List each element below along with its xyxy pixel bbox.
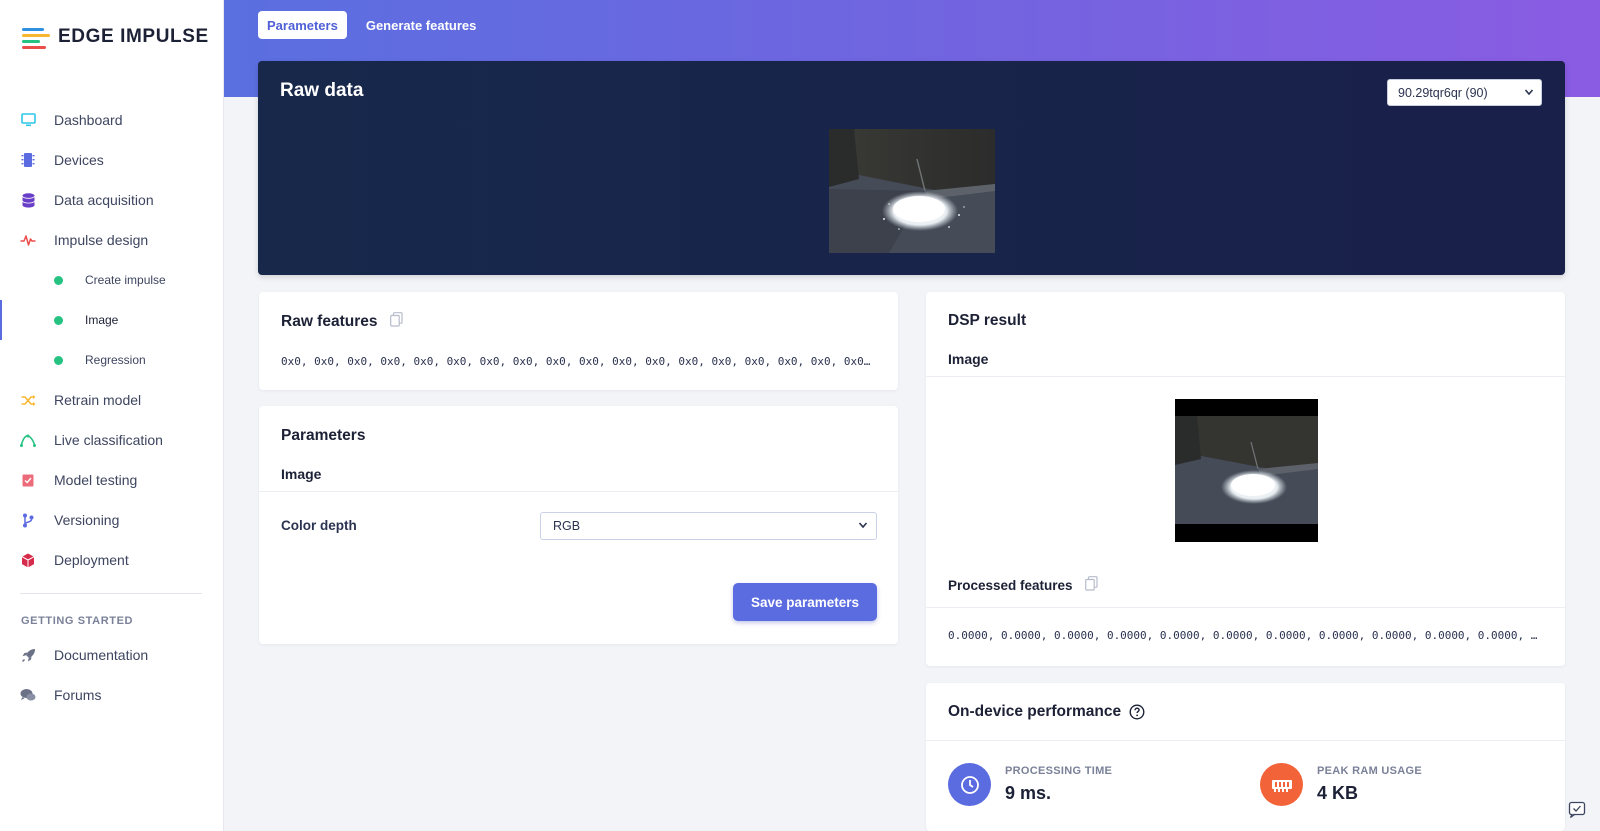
signal-icon xyxy=(20,432,36,448)
raw-data-title: Raw data xyxy=(280,80,364,101)
sidebar-item-label: Retrain model xyxy=(54,392,142,408)
raw-features-title: Raw features xyxy=(281,313,378,331)
sidebar-item-versioning[interactable]: Versioning xyxy=(0,500,224,540)
sidebar-item-label: Model testing xyxy=(54,472,138,488)
raw-features-card: Raw features 0x0, 0x0, 0x0, 0x0, 0x0, 0x… xyxy=(259,292,898,390)
rocket-icon xyxy=(20,647,36,663)
color-depth-select[interactable]: RGB xyxy=(540,512,877,540)
sidebar-item-dashboard[interactable]: Dashboard xyxy=(0,100,224,140)
sidebar-subitem-regression[interactable]: Regression xyxy=(0,340,224,380)
clock-icon xyxy=(960,775,979,794)
sidebar-subitem-image[interactable]: Image xyxy=(0,300,224,340)
status-dot xyxy=(54,355,63,365)
logo[interactable]: EDGE IMPULSE xyxy=(22,26,209,49)
chat-icon xyxy=(20,687,36,703)
raw-data-card: Raw data 90.29tqr6qr (90) xyxy=(258,61,1565,275)
sidebar-item-data-acquisition[interactable]: Data acquisition xyxy=(0,180,224,220)
processed-features-header: Processed features xyxy=(948,576,1098,596)
sidebar-item-label: Forums xyxy=(54,687,102,703)
page-tabs: Parameters Generate features xyxy=(258,11,485,39)
sample-select-value: 90.29tqr6qr (90) xyxy=(1398,85,1488,100)
processed-features-values: 0.0000, 0.0000, 0.0000, 0.0000, 0.0000, … xyxy=(948,629,1544,642)
performance-title: On-device performance xyxy=(948,703,1122,720)
sidebar-item-label: Live classification xyxy=(54,432,163,448)
section-divider xyxy=(926,740,1565,741)
section-divider xyxy=(926,607,1565,608)
sidebar-item-devices[interactable]: Devices xyxy=(0,140,224,180)
dsp-processed-image xyxy=(1175,399,1318,542)
color-depth-value: RGB xyxy=(553,519,581,533)
sidebar-subitem-create-impulse[interactable]: Create impulse xyxy=(0,260,224,300)
chevron-down-icon xyxy=(858,519,868,534)
sidebar-item-label: Documentation xyxy=(54,647,149,663)
section-label-getting-started: GETTING STARTED xyxy=(21,615,134,627)
status-dot xyxy=(54,315,63,325)
tab-parameters[interactable]: Parameters xyxy=(258,11,347,39)
copy-icon[interactable] xyxy=(390,312,403,332)
status-dot xyxy=(54,275,63,285)
parameters-title: Parameters xyxy=(281,427,366,444)
sidebar-divider xyxy=(20,593,202,594)
processing-time-badge xyxy=(948,763,991,806)
sidebar-item-model-testing[interactable]: Model testing xyxy=(0,460,224,500)
peak-ram-badge xyxy=(1260,763,1303,806)
chip-icon xyxy=(20,152,36,168)
feedback-icon[interactable] xyxy=(1568,801,1586,819)
tab-generate-features[interactable]: Generate features xyxy=(353,11,486,39)
sidebar: EDGE IMPULSE Dashboard Devices Data acqu… xyxy=(0,0,224,831)
sidebar-subitem-label: Image xyxy=(85,313,119,327)
raw-features-header: Raw features xyxy=(281,312,403,332)
edge-impulse-logo-icon xyxy=(22,26,50,49)
sidebar-nav: Dashboard Devices Data acquisition Impul… xyxy=(0,100,224,715)
dsp-result-card: DSP result Image Processed features 0.00… xyxy=(926,292,1565,666)
sidebar-item-deployment[interactable]: Deployment xyxy=(0,540,224,580)
sidebar-item-forums[interactable]: Forums xyxy=(0,675,224,715)
raw-sample-image xyxy=(829,129,995,253)
peak-ram-value: 4 KB xyxy=(1317,783,1359,803)
parameters-section-image: Image xyxy=(281,466,322,482)
help-icon[interactable] xyxy=(1129,704,1145,720)
sidebar-subitem-label: Regression xyxy=(85,353,146,367)
sidebar-item-live-classification[interactable]: Live classification xyxy=(0,420,224,460)
database-icon xyxy=(20,192,36,208)
section-divider xyxy=(259,491,898,492)
parameters-card: Parameters Image Color depth RGB Save pa… xyxy=(259,406,898,644)
shuffle-icon xyxy=(20,392,36,408)
sidebar-item-impulse-design[interactable]: Impulse design xyxy=(0,220,224,260)
branch-icon xyxy=(20,512,36,528)
processed-features-title: Processed features xyxy=(948,578,1073,594)
performance-header: On-device performance xyxy=(948,703,1145,721)
clipboard-check-icon xyxy=(20,472,36,488)
save-parameters-button[interactable]: Save parameters xyxy=(733,583,877,621)
sidebar-item-retrain-model[interactable]: Retrain model xyxy=(0,380,224,420)
sidebar-item-label: Versioning xyxy=(54,512,120,528)
sidebar-item-label: Deployment xyxy=(54,552,129,568)
chevron-down-icon xyxy=(1524,86,1534,101)
sidebar-item-label: Dashboard xyxy=(54,112,123,128)
on-device-performance-card: On-device performance PROCESSING TIME 9 … xyxy=(926,683,1565,831)
sidebar-item-documentation[interactable]: Documentation xyxy=(0,635,224,675)
monitor-icon xyxy=(20,112,36,128)
dsp-section-image: Image xyxy=(948,351,989,367)
sidebar-item-label: Data acquisition xyxy=(54,192,154,208)
memory-icon xyxy=(1271,779,1292,792)
sidebar-item-label: Impulse design xyxy=(54,232,149,248)
pulse-icon xyxy=(20,232,36,248)
sample-select[interactable]: 90.29tqr6qr (90) xyxy=(1387,79,1542,106)
color-depth-label: Color depth xyxy=(281,518,357,533)
peak-ram-label: PEAK RAM USAGE xyxy=(1317,765,1423,777)
copy-icon[interactable] xyxy=(1085,576,1098,596)
processing-time-value: 9 ms. xyxy=(1005,783,1052,803)
brand-name: EDGE IMPULSE xyxy=(58,26,209,47)
sidebar-subitem-label: Create impulse xyxy=(85,273,166,287)
processing-time-label: PROCESSING TIME xyxy=(1005,765,1113,777)
section-divider xyxy=(926,376,1565,377)
raw-features-values: 0x0, 0x0, 0x0, 0x0, 0x0, 0x0, 0x0, 0x0, … xyxy=(281,355,877,368)
sidebar-item-label: Devices xyxy=(54,152,104,168)
cube-icon xyxy=(20,552,36,568)
dsp-result-title: DSP result xyxy=(948,312,1027,329)
